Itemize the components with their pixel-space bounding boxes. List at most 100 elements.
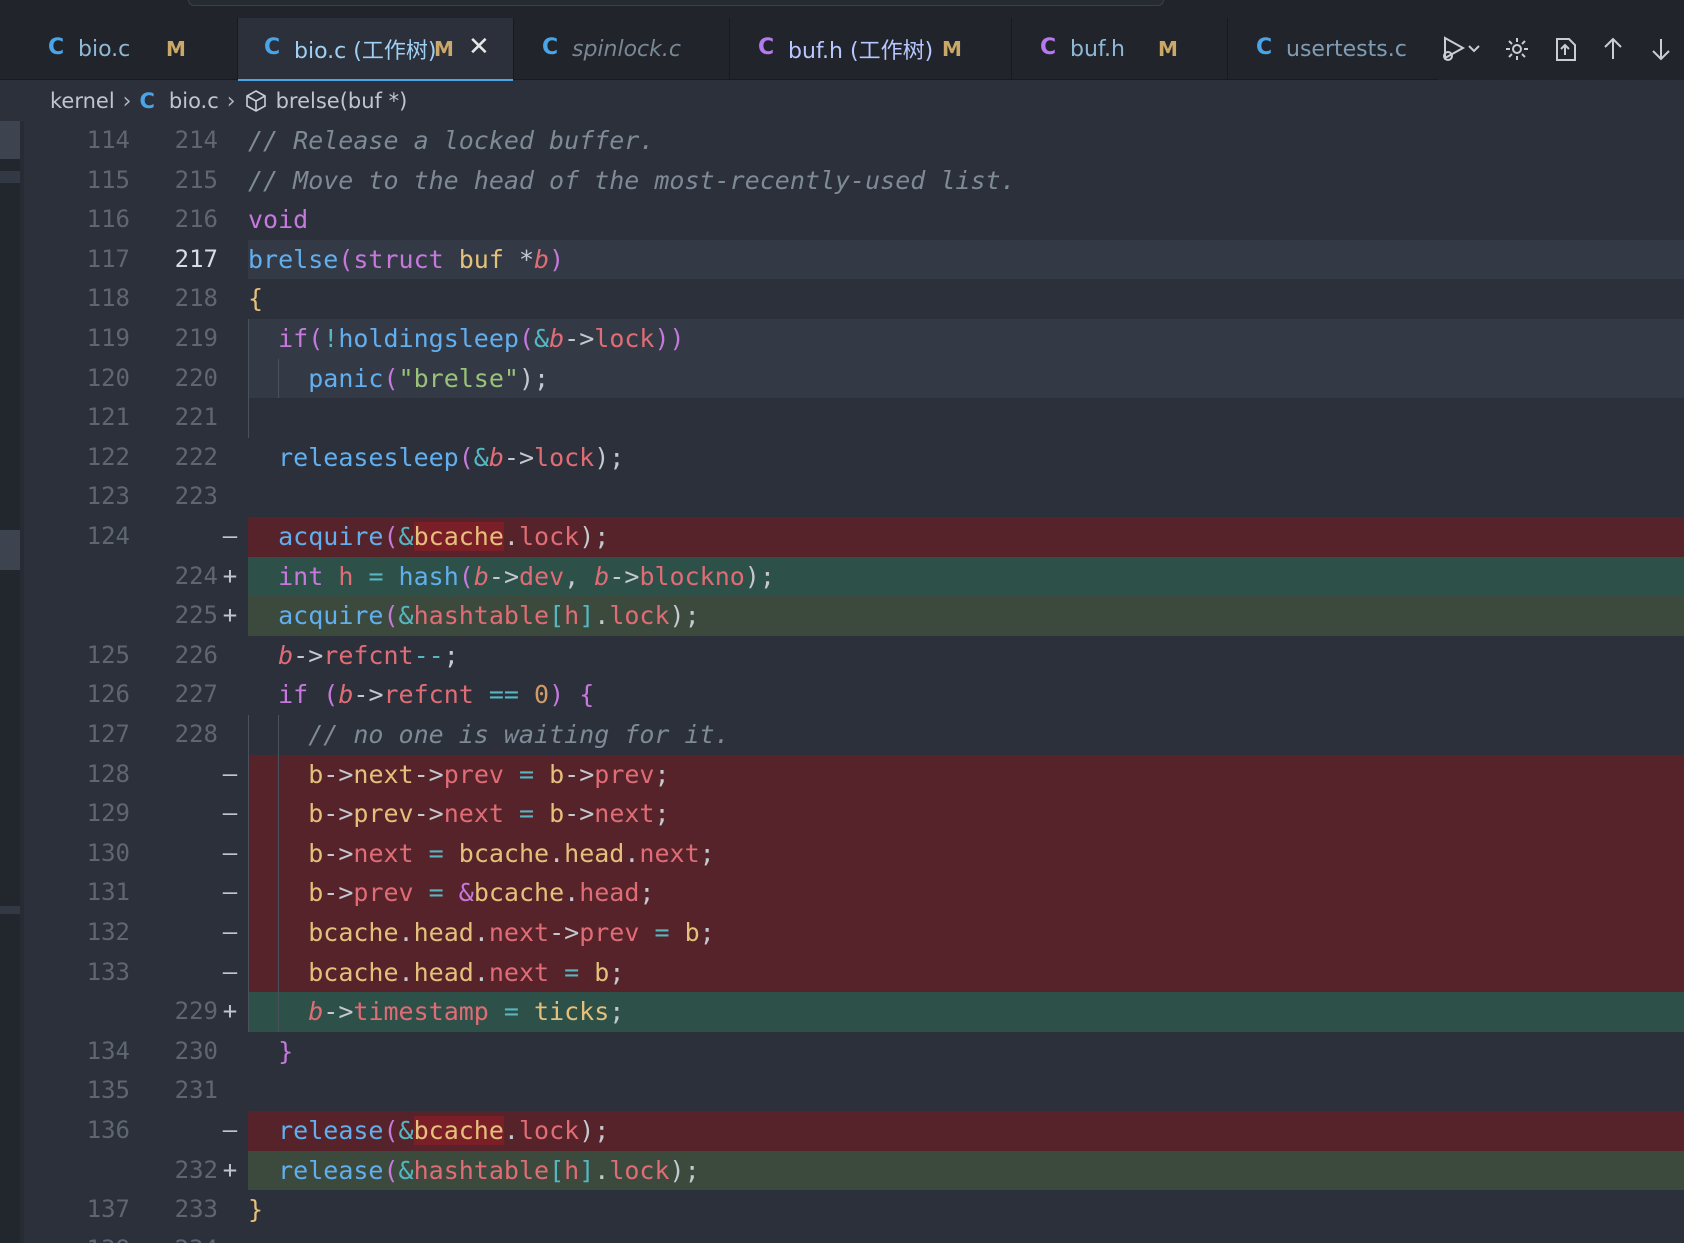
code-token: -- bbox=[413, 640, 444, 670]
code-line[interactable]: 116 216 void bbox=[0, 200, 1684, 240]
code-content: acquire(&hashtable[h].lock); bbox=[248, 596, 1684, 636]
code-content: release(&bcache.lock); bbox=[248, 1111, 1684, 1151]
code-token: b bbox=[308, 878, 324, 908]
code-token: . bbox=[398, 957, 414, 987]
code-line[interactable]: 225 + acquire(&hashtable[h].lock); bbox=[0, 596, 1684, 636]
code-token: )) bbox=[654, 324, 685, 353]
code-line[interactable]: 133— bcache.head.next = b; bbox=[0, 952, 1684, 993]
code-line[interactable]: 126 227 if (b->refcnt == 0) { bbox=[0, 675, 1684, 715]
removed-line-marker: — bbox=[222, 838, 238, 867]
code-token: b bbox=[549, 324, 565, 353]
code-line[interactable]: 135 231 bbox=[0, 1071, 1684, 1111]
tab-usertests-c[interactable]: C usertests.c bbox=[1228, 18, 1458, 80]
code-token: // Release a locked buffer. bbox=[248, 126, 655, 155]
code-line[interactable]: 128— b->next->prev = b->prev; bbox=[0, 754, 1684, 795]
chevron-right-icon: › bbox=[226, 88, 236, 114]
code-token: ; bbox=[699, 918, 715, 947]
indent-guide bbox=[278, 913, 279, 953]
code-token: acquire bbox=[278, 601, 384, 631]
code-token: if bbox=[278, 324, 309, 353]
code-line[interactable]: 114 214 // Release a locked buffer. bbox=[0, 121, 1684, 161]
code-line[interactable]: 117 217 brelse(struct buf *b) bbox=[0, 239, 1684, 280]
code-line[interactable]: 131 — b->prev = &bcache.head; bbox=[0, 873, 1684, 913]
previous-change-button[interactable] bbox=[1596, 32, 1630, 66]
code-token: ( bbox=[458, 561, 474, 591]
code-token: = bbox=[413, 878, 459, 908]
code-token: prev bbox=[353, 799, 414, 829]
code-token: bcache bbox=[458, 838, 550, 868]
code-content: acquire(&bcache.lock); bbox=[248, 517, 1684, 557]
code-token: ; bbox=[609, 957, 625, 987]
code-line[interactable]: 124 — acquire(&bcache.lock); bbox=[0, 517, 1684, 557]
code-line[interactable]: 138 234 bbox=[0, 1230, 1684, 1243]
removed-line-marker: — bbox=[222, 799, 238, 828]
close-icon[interactable]: ✕ bbox=[468, 32, 490, 62]
code-token: ; bbox=[654, 759, 670, 789]
editor-actions bbox=[1438, 18, 1684, 80]
new-line-number: 215 bbox=[174, 165, 218, 194]
indent-guide bbox=[248, 952, 249, 993]
diff-editor[interactable]: 114 214 // Release a locked buffer. 115 215 /… bbox=[0, 121, 1684, 1243]
code-token: lock bbox=[594, 324, 655, 353]
tab-buf-h-worktree[interactable]: C buf.h (工作树) M bbox=[730, 18, 1012, 80]
breadcrumb-symbol[interactable]: brelse(buf *) bbox=[276, 89, 408, 113]
old-line-number: 123 bbox=[86, 482, 130, 511]
run-debug-button[interactable] bbox=[1438, 32, 1486, 66]
code-line[interactable]: 118 218 { bbox=[0, 279, 1684, 319]
code-line[interactable]: 123 223 bbox=[0, 477, 1684, 517]
code-token: next bbox=[353, 838, 414, 868]
new-line-number: 217 bbox=[174, 244, 218, 273]
next-change-button[interactable] bbox=[1644, 32, 1678, 66]
code-token: ! bbox=[323, 324, 339, 353]
code-line[interactable]: 115 215 // Move to the head of the most-re… bbox=[0, 161, 1684, 201]
code-token: // Move to the head of the most-recently… bbox=[248, 165, 1016, 195]
tab-spinlock-c[interactable]: C spinlock.c bbox=[514, 18, 730, 80]
settings-button[interactable] bbox=[1500, 32, 1534, 66]
code-line[interactable]: 122 222 releasesleep(&b->lock); bbox=[0, 438, 1684, 478]
tab-buf-h[interactable]: C buf.h M bbox=[1012, 18, 1228, 80]
code-line[interactable]: 125 226 b->refcnt--; bbox=[0, 636, 1684, 676]
code-token: lock bbox=[518, 1116, 580, 1145]
old-line-number: 134 bbox=[86, 1036, 130, 1065]
breadcrumb-file[interactable]: bio.c bbox=[169, 89, 219, 113]
code-line[interactable]: 130— b->next = bcache.head.next; bbox=[0, 833, 1684, 874]
old-line-number: 124 bbox=[86, 522, 130, 550]
code-token: -> bbox=[413, 799, 444, 829]
tab-bio-c-worktree[interactable]: C bio.c (工作树) M ✕ bbox=[238, 18, 514, 81]
code-line[interactable]: 224 + int h = hash(b->dev, b->blockno); bbox=[0, 556, 1684, 597]
open-file-icon bbox=[1556, 38, 1576, 61]
new-line-number: 224 bbox=[174, 561, 218, 590]
code-line[interactable]: 134 230 } bbox=[0, 1032, 1684, 1072]
code-line[interactable]: 229 + b->timestamp = ticks; bbox=[0, 992, 1684, 1032]
code-token: . bbox=[503, 1116, 519, 1145]
code-line[interactable]: 129— b->prev->next = b->next; bbox=[0, 794, 1684, 834]
code-token: h bbox=[338, 561, 354, 591]
code-line[interactable]: 132— bcache.head.next->prev = b; bbox=[0, 913, 1684, 953]
old-line-number: 118 bbox=[86, 284, 130, 313]
modified-badge: M bbox=[942, 37, 962, 61]
new-line-number: 228 bbox=[174, 720, 218, 748]
code-token: . bbox=[473, 957, 489, 987]
new-line-number: 214 bbox=[174, 126, 218, 154]
indent-guide bbox=[248, 873, 249, 913]
code-token: == bbox=[473, 680, 535, 710]
code-token: release bbox=[278, 1155, 384, 1185]
open-file-button[interactable] bbox=[1548, 32, 1582, 66]
code-line[interactable]: 120 220 panic("brelse"); bbox=[0, 358, 1684, 399]
code-token: prev bbox=[594, 759, 655, 789]
code-token: } bbox=[278, 1036, 294, 1066]
code-line[interactable]: 119 219 if(!holdingsleep(&b->lock)) bbox=[0, 319, 1684, 359]
code-line[interactable]: 121 221 bbox=[0, 398, 1684, 438]
code-token: releasesleep bbox=[278, 442, 459, 472]
old-line-number: 138 bbox=[60, 1230, 130, 1243]
tab-bio-c[interactable]: C bio.c M bbox=[0, 18, 238, 80]
code-line[interactable]: 127 228 // no one is waiting for it. bbox=[0, 715, 1684, 755]
breadcrumb-folder[interactable]: kernel bbox=[50, 89, 115, 113]
tab-scrollbar[interactable] bbox=[188, 0, 1164, 6]
code-token: head bbox=[564, 838, 625, 868]
code-line[interactable]: 232 + release(&hashtable[h].lock); bbox=[0, 1150, 1684, 1191]
code-line[interactable]: 137 233} bbox=[0, 1190, 1684, 1230]
code-line[interactable]: 136 — release(&bcache.lock); bbox=[0, 1111, 1684, 1151]
